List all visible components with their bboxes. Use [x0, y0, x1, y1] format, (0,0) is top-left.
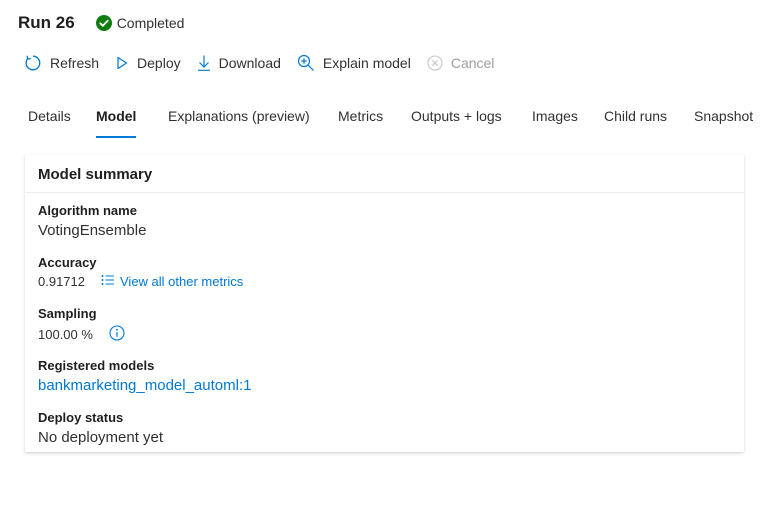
refresh-icon — [24, 54, 42, 72]
deploy-status-label: Deploy status — [38, 410, 124, 425]
model-summary-card: Model summary Algorithm name VotingEnsem… — [25, 155, 744, 452]
status-label: Completed — [116, 15, 185, 31]
explain-model-button[interactable]: Explain model — [297, 54, 411, 72]
tab-explanations[interactable]: Explanations (preview) — [168, 104, 310, 138]
sampling-row: 100.00 % — [38, 325, 125, 344]
view-all-metrics-link[interactable]: View all other metrics — [101, 274, 243, 289]
status-badge: Completed — [95, 15, 185, 31]
tab-metrics[interactable]: Metrics — [338, 104, 383, 138]
tab-bar: Details Model Explanations (preview) Met… — [0, 104, 778, 140]
refresh-button[interactable]: Refresh — [24, 54, 99, 72]
page-title: Run 26 — [18, 13, 75, 32]
tab-snapshot[interactable]: Snapshot — [694, 104, 753, 138]
play-icon — [115, 55, 129, 71]
view-all-metrics-label: View all other metrics — [120, 274, 244, 289]
deploy-label: Deploy — [137, 55, 181, 71]
tab-images[interactable]: Images — [532, 104, 578, 138]
refresh-label: Refresh — [50, 55, 100, 71]
info-icon[interactable] — [109, 325, 125, 344]
download-button[interactable]: Download — [197, 54, 281, 72]
cancel-button[interactable]: Cancel — [427, 55, 495, 71]
run-header: Run 26 Completed — [18, 11, 184, 35]
accuracy-row: 0.91712 View all other metrics — [38, 274, 243, 289]
sampling-value: 100.00 % — [38, 327, 93, 342]
sampling-label: Sampling — [38, 306, 97, 321]
download-label: Download — [218, 55, 281, 71]
tab-model[interactable]: Model — [96, 104, 137, 138]
cancel-label: Cancel — [450, 55, 495, 71]
card-divider — [25, 192, 744, 193]
list-icon — [101, 274, 120, 289]
registered-model-link[interactable]: bankmarketing_model_automl:1 — [38, 377, 251, 394]
accuracy-label: Accuracy — [38, 255, 97, 270]
tab-details[interactable]: Details — [28, 104, 71, 138]
tab-outputs-logs[interactable]: Outputs + logs — [411, 104, 502, 138]
deploy-button[interactable]: Deploy — [115, 55, 181, 71]
download-icon — [197, 54, 211, 72]
accuracy-value: 0.91712 — [38, 274, 85, 289]
algorithm-name-label: Algorithm name — [38, 203, 137, 218]
zoom-in-icon — [297, 54, 315, 72]
tab-child-runs[interactable]: Child runs — [604, 104, 667, 138]
cancel-circle-icon — [427, 55, 443, 71]
explain-model-label: Explain model — [322, 55, 411, 71]
deploy-status-value: No deployment yet — [38, 429, 164, 446]
checkmark-circle-icon — [95, 15, 112, 31]
algorithm-name-value: VotingEnsemble — [38, 222, 147, 239]
registered-models-label: Registered models — [38, 358, 155, 373]
card-title: Model summary — [38, 166, 153, 183]
command-bar: Refresh Deploy Download Explain model Ca… — [24, 52, 510, 74]
